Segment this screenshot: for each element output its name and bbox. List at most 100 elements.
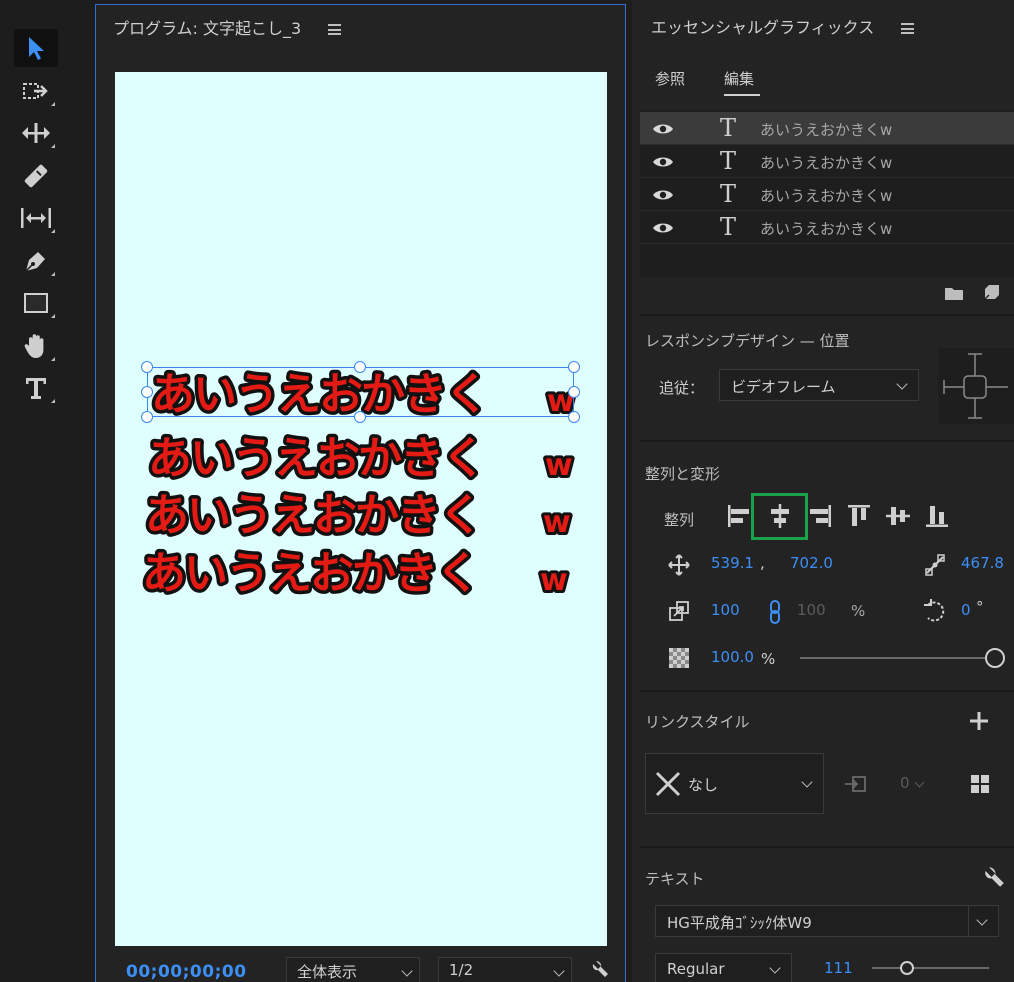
ripple-edit-tool[interactable] (14, 114, 58, 152)
hand-tool[interactable] (14, 327, 58, 365)
transform-handle[interactable] (354, 361, 366, 373)
pin-to-diagram[interactable] (938, 348, 1014, 424)
font-size-slider-thumb[interactable] (900, 961, 915, 975)
align-horizontal-center-icon[interactable] (767, 503, 793, 529)
program-monitor: プログラム: 文字起こし_3 あいうえおかきく w あいうえおかきく w あいう… (95, 4, 626, 982)
font-weight-value: Regular (667, 960, 725, 978)
position-y-value[interactable]: 702.0 (790, 554, 833, 572)
zoom-value: 全体表示 (297, 963, 358, 981)
scale-height-value: 100 (797, 601, 826, 619)
caption-line-graphic: あいうえおかきく w (142, 487, 574, 543)
anchor-value[interactable]: 467.8 (961, 554, 1004, 572)
section-divider (640, 314, 1014, 316)
rotation-unit: ° (976, 598, 984, 616)
new-layer-icon[interactable] (984, 284, 1000, 300)
opacity-value[interactable]: 100.0 (711, 648, 754, 666)
font-size-value[interactable]: 111 (824, 959, 853, 977)
razor-tool[interactable] (14, 157, 58, 195)
track-select-tool[interactable] (14, 72, 58, 110)
eye-icon[interactable] (652, 122, 674, 136)
scale-value[interactable]: 100 (711, 601, 740, 619)
video-canvas[interactable]: あいうえおかきく w あいうえおかきく w あいうえおかきく w あいうえおかき… (115, 72, 607, 946)
push-to-style-icon (845, 776, 866, 792)
eg-title-row: エッセンシャルグラフィックス (651, 14, 915, 38)
caption-suffix: w (543, 505, 571, 540)
slip-tool[interactable] (14, 199, 58, 237)
transform-handle[interactable] (568, 361, 580, 373)
new-group-folder-icon[interactable] (944, 286, 964, 301)
rotation-icon (924, 599, 945, 622)
program-menu-icon[interactable] (328, 24, 342, 35)
font-dropdown[interactable]: HG平成角ｺﾞｼｯｸ体W9 (655, 905, 999, 937)
align-transform-title: 整列と変形 (645, 465, 721, 483)
align-left-icon[interactable] (726, 503, 752, 529)
playhead-timecode[interactable]: 00;00;00;00 (126, 962, 247, 982)
align-top-icon[interactable] (846, 503, 872, 529)
pen-tool[interactable] (14, 242, 58, 280)
responsive-design-title: レスポンシブデザイン — 位置 (645, 332, 850, 350)
transform-handle[interactable] (354, 411, 366, 423)
razor-icon (24, 164, 48, 188)
font-size-slider-track[interactable] (872, 967, 989, 969)
eye-icon[interactable] (652, 221, 674, 235)
program-title-row: プログラム: 文字起こし_3 (113, 15, 342, 39)
text-settings-wrench-icon[interactable] (983, 866, 1005, 888)
position-x-value[interactable]: 539.1 (711, 554, 754, 572)
layer-row[interactable]: T あいうえおかきくw (640, 145, 1014, 178)
active-tab-indicator (724, 94, 760, 96)
transform-handle[interactable] (568, 411, 580, 423)
transform-handle[interactable] (568, 386, 580, 398)
position-move-icon (668, 554, 690, 576)
text-layer-icon: T (720, 114, 737, 142)
dropdown-divider (968, 906, 969, 936)
align-right-icon[interactable] (807, 503, 833, 529)
rotation-value[interactable]: 0 (961, 601, 971, 619)
link-chain-icon[interactable] (768, 600, 782, 624)
caption-line[interactable]: あいうえおかきく w (115, 429, 607, 486)
tab-browse[interactable]: 参照 (655, 68, 685, 89)
layer-row[interactable]: T あいうえおかきくw (640, 178, 1014, 211)
eye-icon[interactable] (652, 155, 674, 169)
caption-suffix: w (540, 563, 568, 598)
transform-handle[interactable] (141, 361, 153, 373)
caption-text: あいうえおかきく (142, 548, 478, 599)
chevron-down-icon (801, 776, 813, 788)
transform-handle[interactable] (141, 411, 153, 423)
chevron-down-icon (769, 962, 781, 974)
layer-row[interactable]: T あいうえおかきくw (640, 211, 1014, 244)
rectangle-tool[interactable] (14, 284, 58, 322)
type-icon (26, 378, 46, 399)
settings-wrench-icon[interactable] (592, 960, 608, 978)
style-grid-icon[interactable] (970, 774, 990, 794)
font-weight-dropdown[interactable]: Regular (655, 953, 792, 982)
selection-tool[interactable] (14, 29, 58, 67)
chevron-down-icon (553, 965, 565, 977)
caption-line[interactable]: あいうえおかきく w (115, 544, 607, 601)
add-style-plus-icon[interactable] (969, 711, 989, 731)
section-divider (640, 690, 1014, 692)
eg-menu-icon[interactable] (901, 23, 915, 34)
layers-list: T あいうえおかきくw T あいうえおかきくw T あいうえおかきくw T あい… (640, 110, 1014, 278)
style-dropdown[interactable]: なし (645, 753, 824, 814)
ripple-edit-icon (22, 123, 50, 143)
follow-dropdown[interactable]: ビデオフレーム (719, 369, 919, 401)
slip-icon (21, 208, 51, 228)
transform-handle[interactable] (141, 386, 153, 398)
selection-bounding-box[interactable] (147, 367, 574, 417)
zoom-dropdown[interactable]: 全体表示 (286, 957, 420, 982)
resolution-dropdown[interactable]: 1/2 (438, 957, 572, 982)
caption-text: あいうえおかきく (148, 433, 484, 484)
tab-edit[interactable]: 編集 (724, 68, 754, 89)
eye-icon[interactable] (652, 188, 674, 202)
scale-unit: % (851, 602, 866, 620)
style-count: 0 (900, 774, 910, 792)
anchor-point-icon (925, 554, 945, 576)
type-tool[interactable] (14, 369, 58, 407)
opacity-slider-track[interactable] (800, 657, 995, 659)
opacity-slider-thumb[interactable] (985, 648, 1005, 668)
caption-line[interactable]: あいうえおかきく w (115, 486, 607, 543)
align-bottom-icon[interactable] (924, 503, 950, 529)
align-vertical-center-icon[interactable] (885, 503, 911, 529)
layer-row[interactable]: T あいうえおかきくw (640, 112, 1014, 145)
track-select-icon (23, 83, 48, 99)
